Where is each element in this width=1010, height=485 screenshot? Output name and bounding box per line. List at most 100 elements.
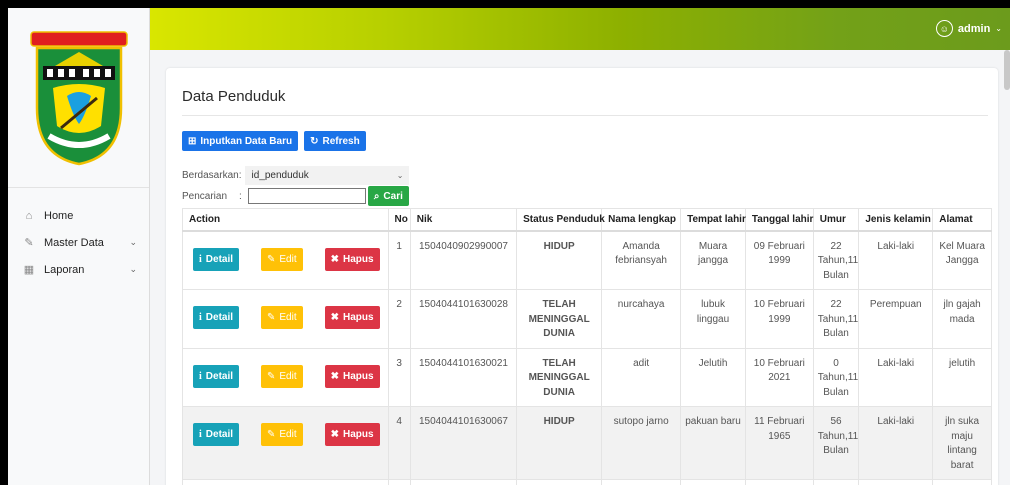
search-input[interactable] bbox=[247, 188, 366, 204]
detail-button[interactable]: i Detail bbox=[193, 423, 240, 446]
edit-button[interactable]: ✎ Edit bbox=[260, 423, 303, 446]
birthdate-cell: 11 Februari 1965 bbox=[744, 406, 814, 480]
column-header: Umur bbox=[812, 208, 860, 232]
detail-label: Detail bbox=[205, 429, 234, 440]
delete-button[interactable]: ✖ Hapus bbox=[324, 423, 380, 446]
detail-label: Detail bbox=[205, 312, 234, 323]
info-icon: i bbox=[199, 253, 202, 265]
column-header: Jenis kelamin bbox=[858, 208, 934, 232]
sidebar-item-home[interactable]: ⌂ Home bbox=[8, 202, 149, 229]
table-cell bbox=[680, 479, 746, 485]
search-colon: : bbox=[239, 190, 242, 202]
edit-button[interactable]: ✎ Edit bbox=[260, 247, 303, 271]
address-cell: jelutih bbox=[932, 347, 992, 407]
birthplace-cell: lubuk linggau bbox=[680, 289, 746, 349]
gender-cell: Laki-laki bbox=[858, 347, 934, 407]
edit-icon: ✎ bbox=[24, 237, 34, 249]
edit-label: Edit bbox=[279, 370, 297, 382]
table-row: i Detail ✎ Edit ✖ Hapus 2 1504044101630028 TELAH… bbox=[182, 289, 992, 349]
address-cell: jln gajah mada bbox=[932, 289, 992, 349]
add-data-button[interactable]: ⊞ Inputkan Data Baru bbox=[182, 131, 299, 151]
edit-icon: ✎ bbox=[266, 370, 276, 382]
delete-label: Hapus bbox=[342, 370, 374, 382]
edit-icon: ✎ bbox=[266, 253, 276, 265]
edit-button[interactable]: ✎ Edit bbox=[260, 306, 303, 329]
edit-label: Edit bbox=[279, 312, 297, 323]
user-menu[interactable]: ☺ admin ⌄ bbox=[935, 20, 1002, 37]
age-cell: 22 Tahun,11 Bulan bbox=[812, 230, 860, 290]
search-label: Pencarian bbox=[182, 190, 228, 202]
page-scrollbar[interactable] bbox=[1004, 50, 1010, 90]
logo-area bbox=[8, 8, 149, 188]
search-button[interactable]: ⌕ Cari bbox=[367, 186, 409, 206]
sidebar-item-laporan[interactable]: ▦ Laporan ⌄ bbox=[8, 256, 149, 283]
delete-button[interactable]: ✖ Hapus bbox=[324, 306, 380, 329]
column-header: Nama lengkap bbox=[601, 208, 682, 232]
age-cell: 22 Tahun,11 Bulan bbox=[812, 289, 860, 349]
detail-button[interactable]: i Detail bbox=[193, 364, 240, 388]
delete-label: Hapus bbox=[342, 253, 374, 265]
address-cell: jln suka maju lintang barat bbox=[932, 406, 992, 480]
filter-select[interactable]: id_penduduk ⌄ bbox=[245, 166, 410, 185]
user-avatar-icon: ☺ bbox=[935, 20, 953, 37]
age-cell: 56 Tahun,11 Bulan bbox=[812, 406, 860, 480]
close-icon: ✖ bbox=[330, 370, 339, 382]
info-icon: i bbox=[199, 370, 202, 382]
info-icon: i bbox=[199, 429, 202, 440]
table-cell bbox=[601, 479, 682, 485]
birthplace-cell: Jelutih bbox=[680, 347, 746, 407]
table-cell bbox=[182, 479, 389, 485]
nik-cell: 1504044101630021 bbox=[409, 347, 518, 407]
column-header: No bbox=[387, 208, 411, 232]
column-header: Status Penduduk bbox=[516, 208, 605, 232]
table-body: i Detail ✎ Edit ✖ Hapus 1 1504040902990007 HIDUP… bbox=[182, 230, 992, 485]
table-row: i Detail ✎ Edit ✖ Hapus 1 1504040902990007 HIDUP… bbox=[182, 230, 992, 290]
detail-label: Detail bbox=[205, 370, 234, 382]
name-cell: sutopo jarno bbox=[601, 406, 682, 480]
column-header: Alamat bbox=[932, 208, 992, 232]
row-number: 2 bbox=[387, 289, 411, 349]
sidebar-item-master-data[interactable]: ✎ Master Data ⌄ bbox=[8, 229, 149, 256]
sidebar-item-label: Home bbox=[44, 209, 74, 222]
table-cell bbox=[812, 479, 860, 485]
sidebar-item-label: Master Data bbox=[44, 236, 104, 249]
action-cell: i Detail ✎ Edit ✖ Hapus bbox=[182, 347, 389, 407]
table-cell bbox=[932, 479, 992, 485]
birthdate-cell: 09 Februari 1999 bbox=[744, 230, 814, 290]
nik-cell: 1504040902990007 bbox=[409, 230, 518, 290]
delete-label: Hapus bbox=[342, 429, 374, 440]
edit-label: Edit bbox=[279, 429, 297, 440]
table-row: i Detail ✎ Edit ✖ Hapus 4 1504044101630067 HIDUP… bbox=[182, 406, 992, 480]
home-icon: ⌂ bbox=[25, 209, 33, 222]
edit-button[interactable]: ✎ Edit bbox=[260, 364, 303, 388]
name-cell: nurcahaya bbox=[601, 289, 682, 349]
row-number: 4 bbox=[387, 406, 411, 480]
birthdate-cell: 10 Februari 2021 bbox=[744, 347, 814, 407]
name-cell: Amanda febriansyah bbox=[601, 230, 682, 290]
refresh-button[interactable]: ↻ Refresh bbox=[304, 131, 366, 151]
status-cell: TELAH MENINGGAL DUNIA bbox=[516, 347, 603, 407]
table-row: i Detail ✎ Edit ✖ Hapus 3 1504044101630021 TELAH… bbox=[182, 347, 992, 407]
chevron-down-icon: ⌄ bbox=[396, 171, 404, 180]
status-cell: HIDUP bbox=[516, 406, 603, 480]
edit-icon: ✎ bbox=[266, 429, 276, 440]
column-header: Tempat lahir bbox=[680, 208, 746, 232]
divider bbox=[182, 115, 988, 116]
delete-button[interactable]: ✖ Hapus bbox=[324, 247, 380, 271]
table-cell bbox=[516, 479, 603, 485]
kabupaten-tebo-logo bbox=[29, 30, 128, 165]
delete-button[interactable]: ✖ Hapus bbox=[324, 364, 380, 388]
table-cell bbox=[858, 479, 934, 485]
edit-label: Edit bbox=[279, 253, 297, 265]
close-icon: ✖ bbox=[330, 312, 339, 323]
table-row bbox=[182, 479, 992, 485]
detail-button[interactable]: i Detail bbox=[193, 306, 240, 329]
user-name: admin bbox=[957, 22, 991, 35]
detail-label: Detail bbox=[205, 253, 234, 265]
table-cell bbox=[387, 479, 411, 485]
info-icon: i bbox=[199, 312, 202, 323]
column-header: Action bbox=[182, 208, 389, 232]
top-navbar: ☺ admin ⌄ bbox=[150, 8, 1010, 50]
detail-button[interactable]: i Detail bbox=[193, 247, 240, 271]
column-header: Tanggal lahir bbox=[744, 208, 814, 232]
